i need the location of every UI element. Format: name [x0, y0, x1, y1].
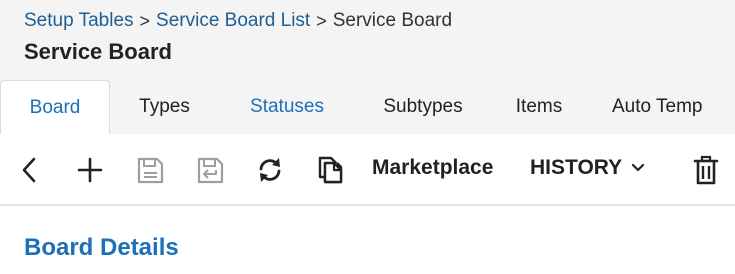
delete-icon[interactable]	[690, 154, 722, 186]
page-header: Setup Tables > Service Board List > Serv…	[0, 0, 735, 134]
tab-statuses[interactable]: Statuses	[219, 80, 355, 134]
back-icon[interactable]	[14, 154, 46, 186]
section-title-board-details: Board Details	[24, 234, 179, 261]
breadcrumb-service-board-list[interactable]: Service Board List	[156, 10, 310, 32]
tab-bar: Board Types Statuses Subtypes Items Auto…	[0, 80, 735, 134]
save-icon	[134, 154, 166, 186]
chevron-down-icon	[632, 163, 645, 172]
breadcrumb-setup-tables[interactable]: Setup Tables	[24, 10, 134, 32]
add-icon[interactable]	[74, 154, 106, 186]
tab-subtypes[interactable]: Subtypes	[355, 80, 491, 134]
page-title: Service Board	[24, 39, 172, 64]
breadcrumb-separator: >	[316, 10, 327, 31]
toolbar: Marketplace HISTORY	[0, 134, 735, 206]
tab-board[interactable]: Board	[0, 80, 110, 134]
tab-items[interactable]: Items	[491, 80, 587, 134]
tab-types[interactable]: Types	[110, 80, 219, 134]
refresh-icon[interactable]	[254, 154, 286, 186]
tab-auto-templates[interactable]: Auto Temp	[587, 80, 735, 134]
save-and-close-icon	[194, 154, 226, 186]
marketplace-button[interactable]: Marketplace	[372, 156, 493, 180]
breadcrumb-current: Service Board	[332, 10, 453, 31]
copy-icon[interactable]	[314, 154, 346, 186]
history-dropdown[interactable]: HISTORY	[530, 156, 646, 180]
history-label: HISTORY	[530, 156, 623, 179]
breadcrumb-separator: >	[139, 10, 151, 31]
breadcrumb: Setup Tables > Service Board List > Serv…	[24, 10, 452, 32]
